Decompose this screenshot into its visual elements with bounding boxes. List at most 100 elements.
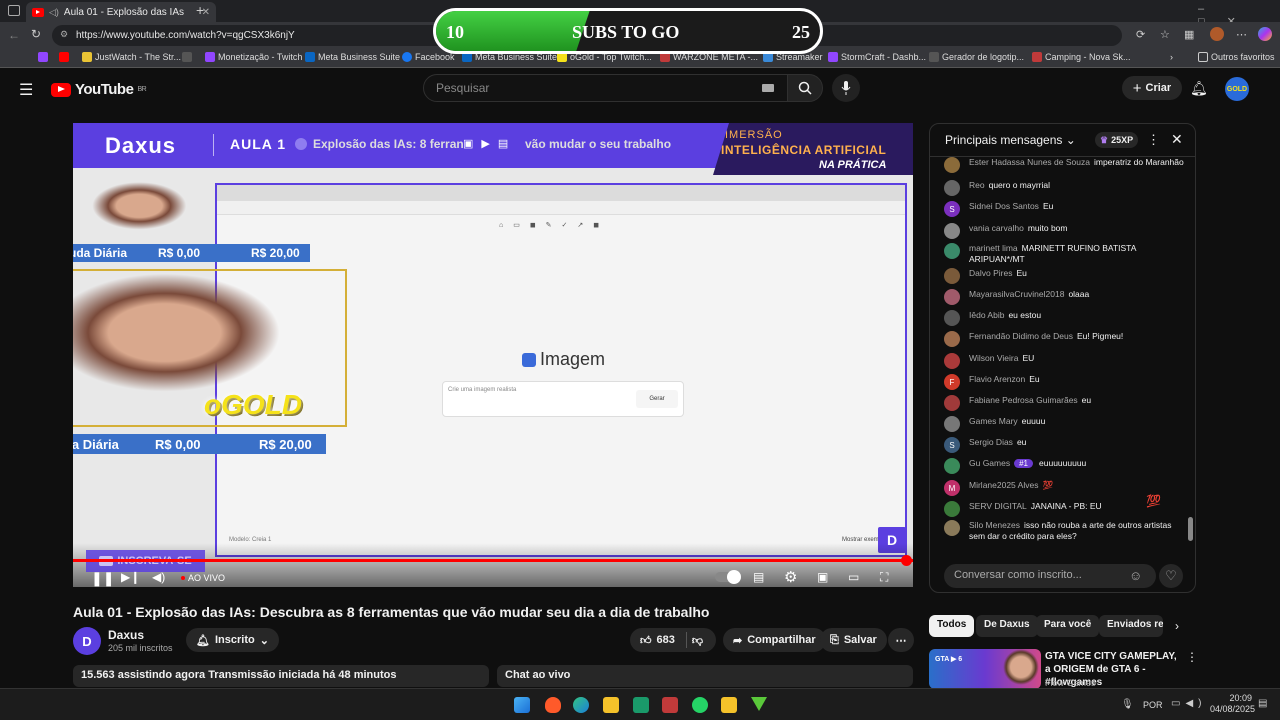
live-indicator[interactable]: AO VIVO [181,573,225,583]
progress-scrubber[interactable] [901,555,912,566]
bookmark-item[interactable]: Facebook [402,52,455,62]
chat-avatar[interactable] [944,180,960,196]
chat-avatar[interactable] [944,458,960,474]
chat-message[interactable]: marinett lima MARINETT RUFINO BATISTA ARI… [944,243,1189,265]
dislike-icon[interactable]: 👎︎ [692,634,703,647]
xp-badge[interactable]: ♛ 25XP [1095,132,1139,148]
new-tab-button[interactable]: + [196,2,204,18]
keyboard-icon[interactable] [762,84,774,92]
app-icon-green[interactable] [751,697,767,713]
app-icon[interactable] [633,697,649,713]
fullscreen-icon[interactable]: ⛶ [880,570,888,585]
chat-avatar[interactable]: S [944,201,960,217]
save-button[interactable]: ⎘ Salvar [820,628,887,652]
favorites-icon[interactable]: ☆ [1160,28,1170,41]
chat-mode-select[interactable]: Principais mensagens ⌄ [945,133,1076,147]
chat-author[interactable]: Mirlane2025 Alves [969,480,1038,490]
like-count[interactable]: 683 [657,634,675,646]
chat-author[interactable]: Dalvo Pires [969,268,1012,278]
description-box[interactable]: 15.563 assistindo agora Transmissão inic… [73,665,489,687]
chat-avatar[interactable] [944,310,960,326]
collections-icon[interactable]: ▦ [1184,28,1194,41]
bookmarks-chevron-icon[interactable]: › [1170,52,1173,62]
bookmark-item[interactable]: Meta Business Suite [305,52,400,62]
chat-avatar[interactable] [944,243,960,259]
voice-search-button[interactable] [832,74,860,102]
chat-avatar[interactable] [944,520,960,536]
chat-author[interactable]: Gu Games [969,458,1010,468]
chip-enviados[interactable]: Enviados rec [1099,615,1163,637]
bookmark-twitch-icon[interactable] [38,52,48,62]
brave-icon[interactable] [545,697,561,713]
chat-message[interactable]: F Flavio Arenzon Eu [944,374,1189,390]
more-icon[interactable]: ⋯ [1236,28,1247,41]
bookmark-item[interactable]: JustWatch - The Str... [82,52,181,62]
chat-message[interactable]: vania carvalho muito bom [944,223,1189,239]
account-avatar[interactable]: GOLD [1225,77,1249,101]
whatsapp-icon[interactable] [692,697,708,713]
chat-author[interactable]: MayarasilvaCruvinel2018 [969,289,1064,299]
chip-de-daxus[interactable]: De Daxus [976,615,1038,637]
chat-message[interactable]: MayarasilvaCruvinel2018 olaaa [944,289,1189,305]
chat-author[interactable]: Sidnei Dos Santos [969,201,1039,211]
recommended-more-icon[interactable]: ⋮ [1186,650,1198,664]
chat-author[interactable]: Fernandão Didimo de Deus [969,331,1073,341]
chat-avatar[interactable] [944,416,960,432]
recommended-channel[interactable]: Flow Games [1045,678,1096,688]
copilot-icon[interactable] [1258,27,1272,41]
notifications-tray-icon[interactable]: ▤ [1258,698,1267,709]
volume-icon[interactable]: ◀) [152,570,165,584]
chat-message[interactable]: Silo Menezes isso não rouba a arte de out… [944,520,1189,542]
next-icon[interactable]: ▶❙ [121,570,140,584]
video-player[interactable]: Daxus AULA 1 Explosão das IAs: 8 ferran … [73,123,913,587]
back-icon[interactable]: ← [8,28,20,42]
reload-icon[interactable]: ↻ [31,27,41,41]
miniplayer-icon[interactable]: ▣ [817,570,828,584]
channel-avatar[interactable]: D [73,627,101,655]
chat-close-icon[interactable]: ✕ [1171,131,1183,148]
chat-message[interactable]: Wilson Vieira EU [944,353,1189,369]
bookmark-item[interactable]: Gerador de logotip... [929,52,1024,62]
chat-author[interactable]: Iêdo Abib [969,310,1004,320]
chat-message[interactable]: Dalvo Pires Eu [944,268,1189,284]
chat-author[interactable]: Games Mary [969,416,1018,426]
chat-message[interactable]: Fernandão Didimo de Deus Eu! Pigmeu! [944,331,1189,347]
chat-author[interactable]: Wilson Vieira [969,353,1018,363]
search-button[interactable] [787,74,823,102]
chip-para-voce[interactable]: Para você [1036,615,1100,637]
tray-icons[interactable]: ▭◀) [1171,698,1206,709]
theater-icon[interactable]: ▭ [848,570,859,584]
youtube-logo[interactable]: YouTube BR [51,81,147,98]
emoji-icon[interactable]: ☺ [1129,568,1142,583]
settings-gear-icon[interactable]: ⚙ [784,568,797,586]
bookmark-item[interactable] [182,52,192,62]
chat-avatar[interactable] [944,268,960,284]
live-chat-replay[interactable]: Chat ao vivo [497,665,913,687]
chat-message[interactable]: Ester Hadassa Nunes de Souza imperatriz d… [944,157,1189,173]
app-icon-red[interactable] [662,697,678,713]
chips-next-icon[interactable]: › [1175,619,1179,633]
chat-avatar[interactable]: M [944,480,960,496]
search-input[interactable]: Pesquisar [423,74,788,102]
like-icon[interactable]: 👍︎ [640,634,652,647]
bookmark-item[interactable]: Monetização - Twitch [205,52,302,62]
progress-bar[interactable] [73,555,913,566]
chat-message[interactable]: Gu Games #1 euuuuuuuuu [944,458,1189,474]
more-actions-button[interactable]: ⋯ [888,628,914,652]
rockstar-icon[interactable] [721,697,737,713]
autoplay-toggle[interactable] [715,570,741,584]
chat-author[interactable]: Sergio Dias [969,437,1013,447]
chat-author[interactable]: Flavio Arenzon [969,374,1025,384]
chat-avatar[interactable]: F [944,374,960,390]
share-button[interactable]: ➦ Compartilhar [723,628,826,652]
chat-avatar[interactable] [944,223,960,239]
mic-tray-icon[interactable]: 🎙︎ [1121,699,1134,710]
create-button[interactable]: + Criar [1122,76,1182,100]
site-info-icon[interactable]: ⚙ [60,29,68,40]
chat-avatar[interactable] [944,353,960,369]
speaker-icon[interactable]: ◁) [49,7,59,18]
channel-name[interactable]: Daxus [108,628,144,642]
clock[interactable]: 20:09 04/08/2025 [1210,693,1255,715]
chat-message[interactable]: Reo quero o mayrrial [944,180,1189,196]
heart-icon[interactable]: ♡ [1159,564,1183,588]
